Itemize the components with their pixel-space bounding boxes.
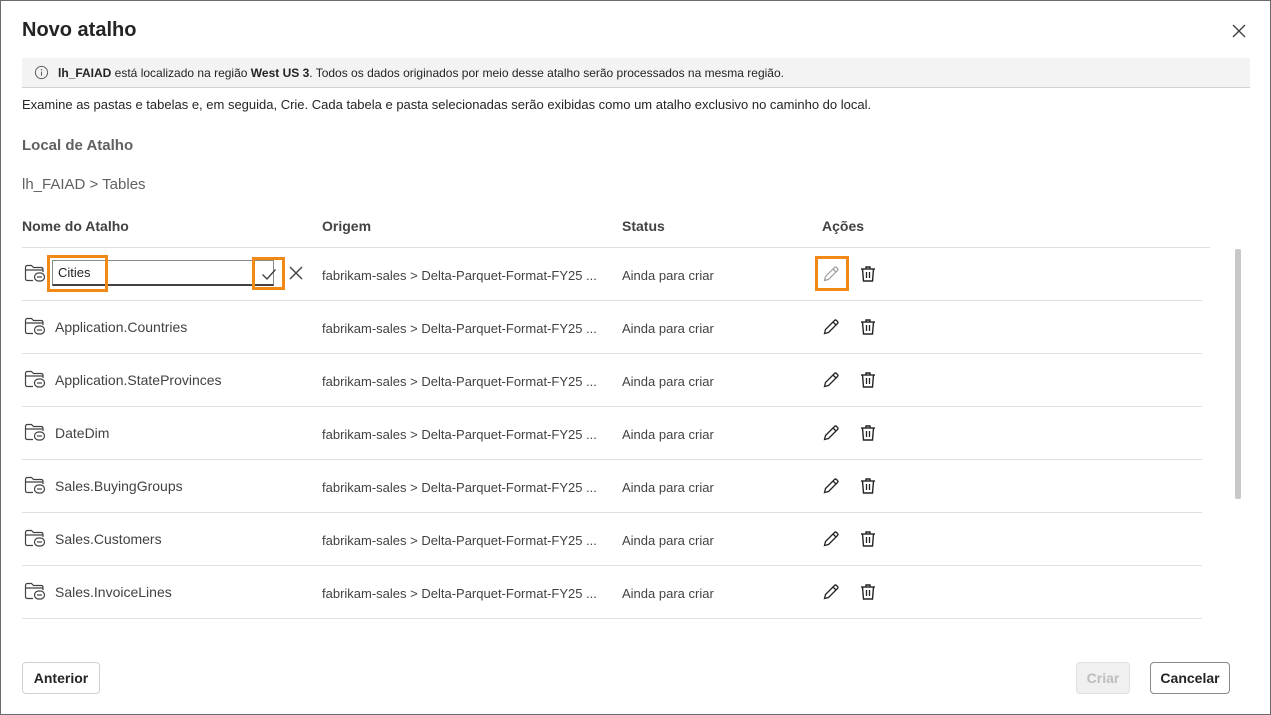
trash-icon[interactable] [858,476,878,496]
folder-shortcut-icon [24,263,46,283]
row-name: DateDim [55,425,110,441]
row-origin: fabrikam-sales > Delta-Parquet-Format-FY… [322,321,597,336]
column-header-actions: Ações [822,218,865,234]
row-name: Sales.Customers [55,531,162,547]
row-status: Ainda para criar [622,321,714,336]
info-text: lh_FAIAD está localizado na região West … [58,66,784,80]
folder-shortcut-icon [24,581,46,601]
pencil-icon[interactable] [821,370,841,390]
row-origin: fabrikam-sales > Delta-Parquet-Format-FY… [322,586,597,601]
table-row-editing: fabrikam-sales > Delta-Parquet-Format-FY… [22,248,1202,301]
folder-shortcut-icon [24,528,46,548]
info-lakehouse-name: lh_FAIAD [58,65,112,80]
pencil-icon[interactable] [821,476,841,496]
trash-icon[interactable] [858,582,878,602]
info-text-part-2: . Todos os dados originados por meio des… [309,65,784,80]
shortcut-name-input[interactable] [52,260,274,286]
region-info-bar: lh_FAIAD está localizado na região West … [22,58,1250,88]
table-row: Sales.Customers fabrikam-sales > Delta-P… [22,513,1202,566]
row-status: Ainda para criar [622,533,714,548]
pencil-icon[interactable] [821,264,841,284]
pencil-icon[interactable] [821,582,841,602]
row-origin: fabrikam-sales > Delta-Parquet-Format-FY… [322,374,597,389]
column-header-status: Status [622,218,665,234]
table-row: Application.Countries fabrikam-sales > D… [22,301,1202,354]
trash-icon[interactable] [858,317,878,337]
info-icon [34,65,49,80]
folder-shortcut-icon [24,422,46,442]
row-name: Application.StateProvinces [55,372,222,388]
row-origin: fabrikam-sales > Delta-Parquet-Format-FY… [322,533,597,548]
table-row: DateDim fabrikam-sales > Delta-Parquet-F… [22,407,1202,460]
table-row: Sales.InvoiceLines fabrikam-sales > Delt… [22,566,1202,619]
row-status: Ainda para criar [622,480,714,495]
create-button[interactable]: Criar [1076,662,1130,694]
row-status: Ainda para criar [622,374,714,389]
trash-icon[interactable] [858,264,878,284]
trash-icon[interactable] [858,370,878,390]
cancel-button[interactable]: Cancelar [1150,662,1230,694]
shortcut-location-label: Local de Atalho [22,137,134,154]
pencil-icon[interactable] [821,423,841,443]
table-row: Application.StateProvinces fabrikam-sale… [22,354,1202,407]
dialog-title: Novo atalho [22,19,137,41]
row-status: Ainda para criar [622,586,714,601]
table-scrollbar-thumb[interactable] [1235,249,1241,499]
column-header-origin: Origem [322,218,372,234]
row-name: Sales.BuyingGroups [55,478,183,494]
pencil-icon[interactable] [821,529,841,549]
folder-shortcut-icon [24,316,46,336]
dialog-description: Examine as pastas e tabelas e, em seguid… [22,97,872,112]
back-button[interactable]: Anterior [22,662,100,694]
row-origin: fabrikam-sales > Delta-Parquet-Format-FY… [322,480,597,495]
folder-shortcut-icon [24,475,46,495]
row-status: Ainda para criar [622,268,714,283]
trash-icon[interactable] [858,423,878,443]
row-origin: fabrikam-sales > Delta-Parquet-Format-FY… [322,268,597,283]
new-shortcut-dialog: Novo atalho lh_FAIAD está localizado na … [0,0,1271,715]
location-breadcrumb: lh_FAIAD > Tables [22,176,146,193]
row-name: Sales.InvoiceLines [55,584,172,600]
checkmark-icon[interactable] [256,261,282,287]
row-status: Ainda para criar [622,427,714,442]
row-origin: fabrikam-sales > Delta-Parquet-Format-FY… [322,427,597,442]
info-region-name: West US 3 [250,65,310,80]
cancel-edit-icon[interactable] [286,263,306,283]
folder-shortcut-icon [24,369,46,389]
row-name: Application.Countries [55,319,188,335]
pencil-icon[interactable] [821,317,841,337]
column-header-name: Nome do Atalho [22,218,129,234]
trash-icon[interactable] [858,529,878,549]
table-row: Sales.BuyingGroups fabrikam-sales > Delt… [22,460,1202,513]
close-icon[interactable] [1227,19,1251,43]
info-text-part-1: está localizado na região [111,65,251,80]
